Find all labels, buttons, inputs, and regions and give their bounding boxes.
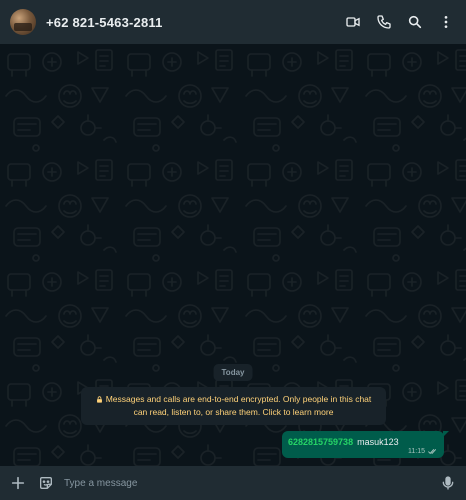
chat-header: +62 821-5463-2811 <box>0 0 466 44</box>
header-actions <box>345 14 454 30</box>
message-meta: 11:15 <box>408 448 438 455</box>
message-body: masuk123 <box>357 437 399 447</box>
voice-call-icon[interactable] <box>376 14 392 30</box>
outgoing-message[interactable]: 6282815759738 masuk123 11:15 <box>282 431 449 458</box>
message-time: 11:15 <box>408 448 425 455</box>
double-check-icon <box>428 449 436 454</box>
attach-plus-icon[interactable] <box>10 475 26 491</box>
contact-name[interactable]: +62 821-5463-2811 <box>46 15 163 30</box>
chat-area[interactable]: Today Messages and calls are end-to-end … <box>0 44 466 466</box>
search-icon[interactable] <box>407 14 423 30</box>
lock-icon <box>96 396 102 403</box>
message-input[interactable] <box>64 472 428 494</box>
message-composer <box>0 466 466 500</box>
date-divider: Today <box>213 364 253 381</box>
more-options-icon[interactable] <box>438 14 454 30</box>
whatsapp-chat-window: +62 821-5463-2811 Today Messages and cal… <box>0 0 466 500</box>
avatar[interactable] <box>10 9 36 35</box>
video-call-icon[interactable] <box>345 14 361 30</box>
encryption-notice[interactable]: Messages and calls are end-to-end encryp… <box>81 387 386 425</box>
encryption-notice-text: Messages and calls are end-to-end encryp… <box>105 394 372 417</box>
message-text: 6282815759738 masuk123 <box>288 436 437 448</box>
microphone-icon[interactable] <box>440 475 456 491</box>
sticker-icon[interactable] <box>38 475 54 491</box>
message-mention[interactable]: 6282815759738 <box>288 437 353 447</box>
